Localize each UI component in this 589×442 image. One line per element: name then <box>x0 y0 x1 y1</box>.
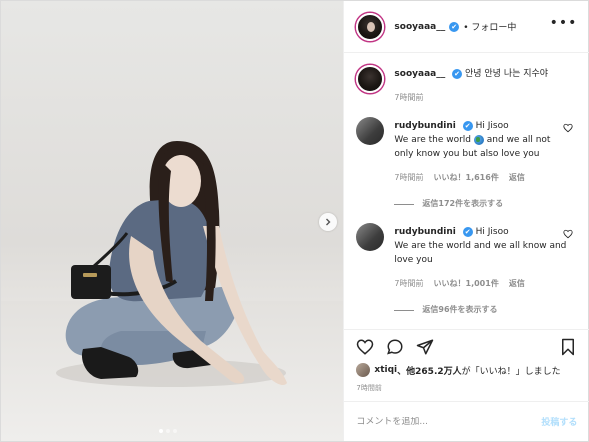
likes-suffix: が「いいね！」しました <box>461 366 561 377</box>
avatar[interactable] <box>356 65 385 93</box>
heart-icon[interactable] <box>356 338 374 356</box>
caption-meta: 7時間前 <box>394 91 569 105</box>
more-options-icon[interactable]: ••• <box>550 15 578 31</box>
comment-body: rudybundini ✔ Hi Jisoo We are the world … <box>394 225 569 317</box>
list-item: rudybundini ✔ Hi Jisoo We are the world … <box>356 105 577 211</box>
verified-badge-icon: ✔ <box>462 120 473 131</box>
carousel-dot <box>159 429 163 433</box>
post-comment-button[interactable]: 投稿する <box>541 415 577 428</box>
header-username[interactable]: sooyaaa__ <box>394 22 445 32</box>
likes-summary: xtiqi 、他265.2万人 が「いいね！」しました <box>356 363 561 377</box>
verified-badge-icon: ✔ <box>462 226 473 237</box>
view-replies-button[interactable]: 返信96件を表示する <box>394 303 569 317</box>
liker-username[interactable]: xtiqi <box>374 365 397 375</box>
caption: sooyaaa__ ✔ 안녕 안녕 나는 지수야 7時間前 <box>356 53 577 105</box>
view-replies-label: 返信172件を表示する <box>422 199 504 208</box>
view-replies-button[interactable]: 返信172件を表示する <box>394 197 569 211</box>
comment-likes[interactable]: いいね！1,001件 <box>434 277 499 291</box>
comment-text: We are the world <box>394 135 472 145</box>
follow-status[interactable]: • フォロー中 <box>463 20 516 33</box>
action-bar <box>344 329 589 359</box>
post-time[interactable]: 7時間前 <box>356 383 381 393</box>
comment-meta: 7時間前 いいね！1,001件 返信 <box>394 277 569 291</box>
globe-emoji-icon <box>473 134 484 145</box>
comment-text: We are the world and we all know and lov… <box>394 241 567 265</box>
share-icon[interactable] <box>416 338 434 356</box>
add-comment-bar: 投稿する <box>344 401 589 441</box>
list-item: rudybundini ✔ Hi Jisoo We are the world … <box>356 211 577 317</box>
comment-time[interactable]: 7時間前 <box>394 277 423 291</box>
reply-button[interactable]: 返信 <box>509 277 525 291</box>
post-sidebar: sooyaaa__ ✔ • フォロー中 ••• sooyaaa__ ✔ 안녕 안… <box>343 1 589 441</box>
caption-text: 안녕 안녕 나는 지수야 <box>464 69 549 79</box>
likes-count[interactable]: 、他265.2万人 <box>397 364 461 377</box>
post-photo <box>1 1 344 441</box>
verified-badge-icon: ✔ <box>452 68 463 79</box>
reply-button[interactable]: 返信 <box>509 171 525 185</box>
photo-subject <box>56 141 287 387</box>
heart-icon[interactable] <box>563 123 574 133</box>
chevron-right-icon <box>326 218 331 226</box>
comment-body: rudybundini ✔ Hi Jisoo We are the world … <box>394 119 569 211</box>
comment-time[interactable]: 7時間前 <box>394 171 423 185</box>
avatar[interactable] <box>356 117 385 145</box>
avatar[interactable] <box>356 223 385 251</box>
caption-body: sooyaaa__ ✔ 안녕 안녕 나는 지수야 7時間前 <box>394 67 569 105</box>
avatar[interactable] <box>356 12 385 41</box>
comment-text: Hi Jisoo <box>475 227 509 237</box>
comment-likes[interactable]: いいね！1,616件 <box>434 171 499 185</box>
verified-badge-icon: ✔ <box>449 21 460 32</box>
avatar[interactable] <box>356 363 371 377</box>
carousel-dot <box>166 429 170 433</box>
carousel-dots <box>159 429 177 433</box>
carousel-dot <box>173 429 177 433</box>
comment-icon[interactable] <box>386 338 404 356</box>
post-header: sooyaaa__ ✔ • フォロー中 ••• <box>344 1 589 53</box>
comment-input[interactable] <box>356 416 542 427</box>
comment-meta: 7時間前 いいね！1,616件 返信 <box>394 171 569 185</box>
divider <box>394 309 415 311</box>
post-modal: sooyaaa__ ✔ • フォロー中 ••• sooyaaa__ ✔ 안녕 안… <box>0 0 589 442</box>
bookmark-icon[interactable] <box>559 338 577 356</box>
view-replies-label: 返信96件を表示する <box>422 305 498 314</box>
comments-list: sooyaaa__ ✔ 안녕 안녕 나는 지수야 7時間前 rudybundin… <box>344 53 589 328</box>
next-photo-button[interactable] <box>319 213 337 231</box>
caption-username[interactable]: sooyaaa__ <box>394 69 445 79</box>
caption-time[interactable]: 7時間前 <box>394 91 423 105</box>
divider <box>394 203 415 205</box>
comment-username[interactable]: rudybundini <box>394 121 455 131</box>
comment-username[interactable]: rudybundini <box>394 227 455 237</box>
heart-icon[interactable] <box>563 229 574 239</box>
comment-text: Hi Jisoo <box>475 121 509 131</box>
